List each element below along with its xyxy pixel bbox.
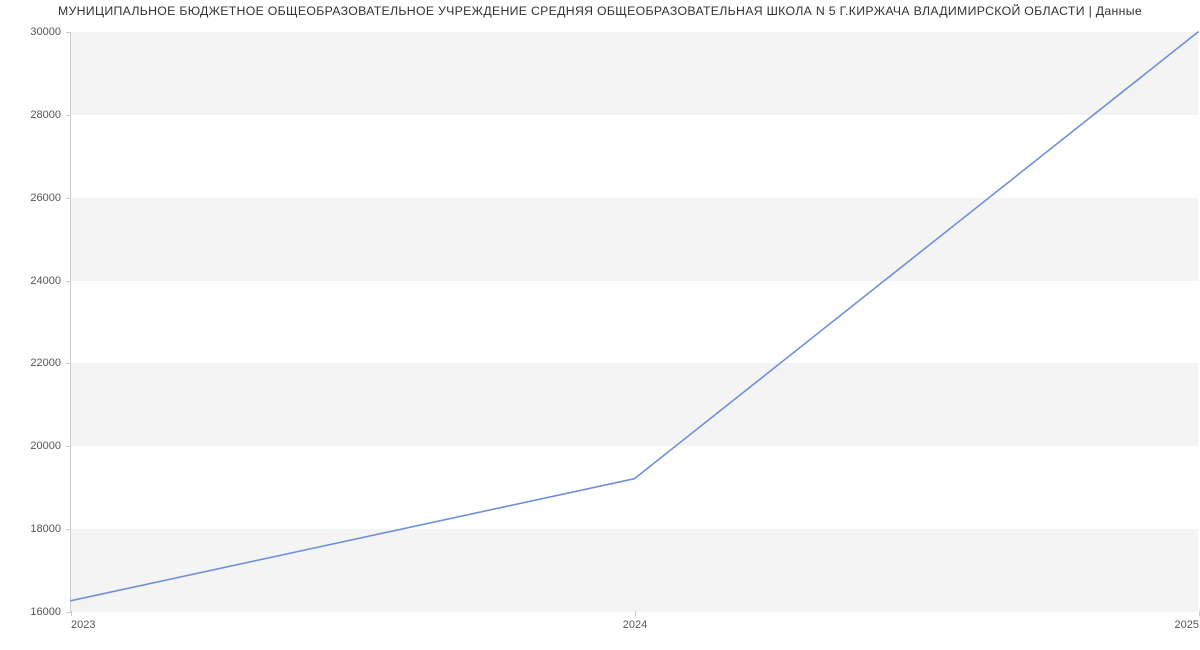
y-tick-mark xyxy=(66,32,71,33)
x-tick-label: 2024 xyxy=(623,619,647,631)
y-tick-mark xyxy=(66,363,71,364)
plot-area: 1600018000200002200024000260002800030000… xyxy=(70,32,1198,612)
y-tick-label: 30000 xyxy=(30,26,61,38)
y-tick-label: 18000 xyxy=(30,523,61,535)
y-tick-mark xyxy=(66,281,71,282)
y-tick-label: 28000 xyxy=(30,109,61,121)
y-tick-label: 16000 xyxy=(30,606,61,618)
y-tick-mark xyxy=(66,529,71,530)
line-svg xyxy=(71,32,1198,611)
data-series xyxy=(71,32,1198,601)
x-tick-mark xyxy=(71,611,72,616)
y-tick-mark xyxy=(66,446,71,447)
y-tick-mark xyxy=(66,115,71,116)
x-tick-label: 2023 xyxy=(71,619,95,631)
y-tick-label: 22000 xyxy=(30,357,61,369)
x-tick-mark xyxy=(635,611,636,616)
y-tick-label: 24000 xyxy=(30,275,61,287)
chart-title: МУНИЦИПАЛЬНОЕ БЮДЖЕТНОЕ ОБЩЕОБРАЗОВАТЕЛЬ… xyxy=(0,4,1200,18)
x-tick-label: 2025 xyxy=(1175,619,1199,631)
y-tick-label: 20000 xyxy=(30,440,61,452)
chart-container: МУНИЦИПАЛЬНОЕ БЮДЖЕТНОЕ ОБЩЕОБРАЗОВАТЕЛЬ… xyxy=(0,0,1200,650)
y-tick-mark xyxy=(66,198,71,199)
y-tick-label: 26000 xyxy=(30,192,61,204)
